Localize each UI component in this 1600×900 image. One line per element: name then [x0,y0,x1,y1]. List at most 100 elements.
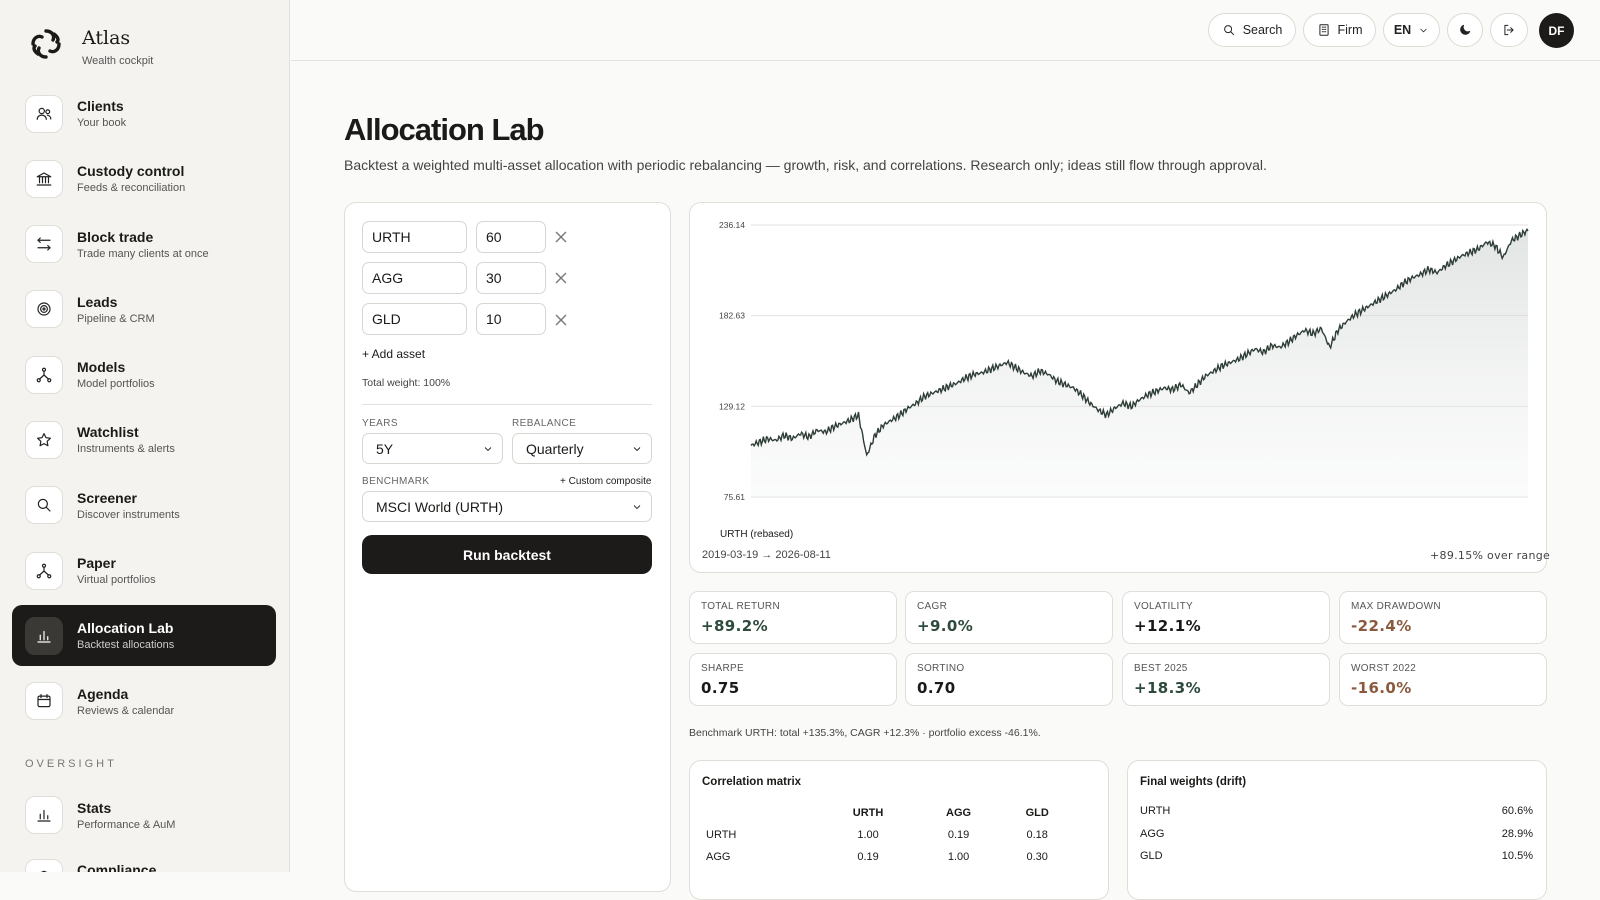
sidebar-item-sub: Pipeline & CRM [77,312,155,325]
page-title: Allocation Lab [344,112,545,147]
sidebar-item-sub: Performance & AuM [77,818,176,831]
sidebar-item-label: Watchlist [77,424,139,441]
metric-value: +9.0% [917,617,974,635]
avatar[interactable]: DF [1539,13,1574,48]
metric-label: VOLATILITY [1134,601,1193,612]
weight-value: 60.6% [1501,805,1533,818]
chart-legend: URTH (rebased) [720,529,794,540]
sidebar-item-label: Paper [77,555,116,572]
sidebar-item-sub: Your book [77,117,127,129]
asset-weight-input[interactable]: 60 [476,221,546,253]
metric-card-sharpe: SHARPE 0.75 [689,653,897,706]
sidebar-item-label: Clients [77,98,124,114]
target-icon [25,290,63,329]
shield-icon [25,858,63,872]
rebalance-select[interactable]: Quarterly [512,433,652,464]
metric-card-worst-year: WORST 2022 -16.0% [1339,653,1547,706]
asset-weight-input[interactable]: 10 [476,303,546,335]
firm-button[interactable]: Firm [1303,13,1376,47]
weight-ticker: AGG [1140,827,1165,840]
atlas-logo-icon [31,29,61,59]
bank-icon [25,159,63,198]
sidebar-item-block-trade[interactable]: Block trade Trade many clients at once [12,214,276,275]
sidebar-item-sub: Trade many clients at once [77,247,209,260]
sidebar-item-sub: Discover instruments [77,508,180,521]
search-button[interactable]: Search [1208,13,1296,47]
sidebar-item-label: Custody control [77,163,185,180]
custom-composite-link[interactable]: + Custom composite [560,476,651,487]
sidebar-item-watchlist[interactable]: Watchlist Instruments & alerts [12,409,276,470]
sidebar-item-paper[interactable]: Paper Virtual portfolios [12,540,276,601]
asset-ticker-input[interactable]: URTH [362,221,467,253]
table-cell: 0.18 [1026,829,1048,841]
chart-range-label: 2019-03-19 → 2026-08-11 [702,549,831,561]
total-weight-text: Total weight: 100% [362,377,451,389]
asset-ticker-input[interactable]: AGG [362,262,467,294]
metric-label: SORTINO [917,663,965,674]
metric-label: BEST 2025 [1134,663,1188,674]
benchmark-value: MSCI World (URTH) [376,498,504,515]
sidebar-item-label: Stats [77,799,112,816]
sidebar-item-screener[interactable]: Screener Discover instruments [12,475,276,536]
sidebar-item-allocation-lab[interactable]: Allocation Lab Backtest allocations [12,605,276,667]
close-icon [555,314,567,326]
sidebar-item-label: Leads [77,293,118,310]
theme-toggle-button[interactable] [1447,13,1483,47]
bar-chart-icon [25,616,63,655]
chart-y-tick-label: 75.61 [724,492,746,502]
close-icon [555,231,567,243]
chart-y-tick-label: 182.63 [719,311,745,321]
asset-ticker-input[interactable]: GLD [362,303,467,335]
search-label: Search [1242,23,1283,37]
correlation-title: Correlation matrix [702,776,802,788]
table-cell: 0.19 [857,851,879,863]
star-icon [25,420,63,459]
sidebar-item-leads[interactable]: Leads Pipeline & CRM [12,279,276,340]
sidebar-item-models[interactable]: Models Model portfolios [12,344,276,405]
metric-card-max-drawdown: MAX DRAWDOWN -22.4% [1339,591,1547,644]
nodes-icon [25,551,63,590]
brand[interactable]: Atlas Wealth cockpit [28,26,153,67]
remove-asset-button[interactable] [553,229,569,245]
list-item: AGG 28.9% [1140,823,1533,846]
benchmark-select[interactable]: MSCI World (URTH) [362,491,652,522]
sidebar-item-agenda[interactable]: Agenda Reviews & calendar [12,671,276,732]
asset-weight-input[interactable]: 30 [476,262,546,294]
metric-value: 0.75 [701,679,740,697]
benchmark-label: BENCHMARK [362,476,430,487]
add-asset-link[interactable]: + Add asset [362,347,425,361]
sidebar-item-custody-control[interactable]: Custody control Feeds & reconciliation [12,148,276,209]
sidebar-item-compliance[interactable]: Compliance [12,850,276,872]
rebalance-value: Quarterly [526,440,584,457]
table-header-row: URTH AGG GLD [700,802,1075,824]
building-icon [1318,24,1329,36]
metric-label: WORST 2022 [1351,663,1417,674]
weight-ticker: GLD [1140,850,1163,863]
metric-value: +89.2% [701,617,769,635]
table-row: AGG 0.19 1.00 0.30 [700,846,1075,868]
metric-card-cagr: CAGR +9.0% [905,591,1113,644]
language-select[interactable]: EN [1383,13,1440,47]
remove-asset-button[interactable] [553,270,569,286]
sidebar-item-clients[interactable]: Clients Your book [12,83,276,144]
table-cell: 0.30 [1026,851,1048,863]
table-header: GLD [1025,807,1049,819]
correlation-table: URTH AGG GLD URTH 1.00 0.19 0.18 AGG 0.1… [700,802,1075,868]
run-backtest-button[interactable]: Run backtest [362,535,652,574]
remove-asset-button[interactable] [553,312,569,328]
metric-value: 0.70 [917,679,956,697]
final-weights-list: URTH 60.6% AGG 28.9% GLD 10.5% [1140,800,1533,868]
logout-button[interactable] [1490,13,1528,47]
sidebar-item-label: Compliance [77,861,157,872]
section-label-oversight: OVERSIGHT [25,757,117,770]
table-cell: 0.19 [947,829,970,841]
sidebar-item-stats[interactable]: Stats Performance & AuM [12,785,276,846]
years-select[interactable]: 5Y [362,433,503,464]
sidebar-item-sub: Backtest allocations [77,639,175,652]
table-row: URTH 1.00 0.19 0.18 [700,824,1075,846]
sidebar-nav: Clients Your book Custody control Feeds & … [12,83,276,872]
brand-subtitle: Wealth cockpit [82,55,154,67]
close-icon [555,272,567,284]
sidebar: Atlas Wealth cockpit Clients Your book Cu… [0,0,290,872]
firm-label: Firm [1337,23,1363,37]
